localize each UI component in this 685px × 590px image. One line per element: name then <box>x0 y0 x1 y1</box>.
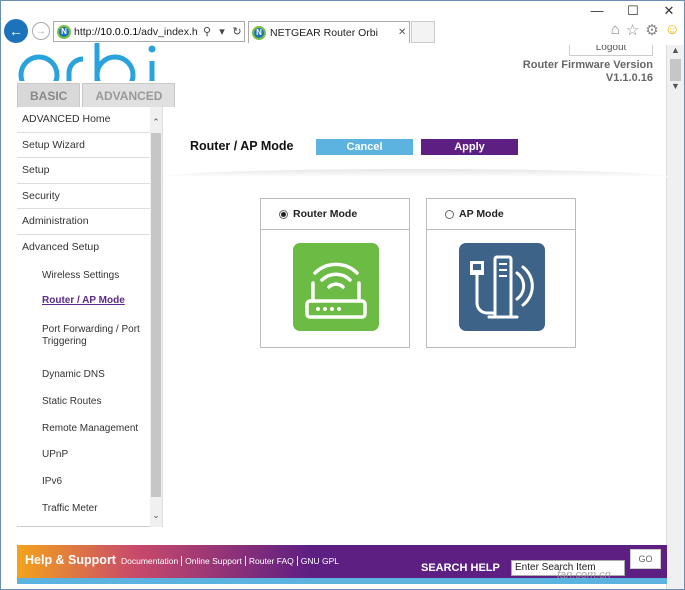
router-mode-card[interactable]: Router Mode <box>260 198 410 348</box>
firmware-version: Router Firmware Version V1.1.0.16 <box>523 59 653 85</box>
gear-icon[interactable]: ⚙ <box>645 21 658 39</box>
access-point-icon <box>459 243 545 331</box>
sidebar-item-administration[interactable]: Administration <box>17 209 151 235</box>
tab-title: NETGEAR Router Orbi <box>270 26 378 39</box>
cancel-button[interactable]: Cancel <box>316 139 413 155</box>
page-scrollbar[interactable]: ▲ ▼ <box>666 45 684 589</box>
nav-tabs: BASIC ADVANCED <box>17 83 176 107</box>
home-icon[interactable]: ⌂ <box>611 21 620 39</box>
favorites-star-icon[interactable]: ☆ <box>626 21 639 39</box>
sidebar-subitem-router-ap-mode[interactable]: Router / AP Mode <box>17 295 151 306</box>
netgear-favicon-icon: N <box>252 25 266 40</box>
scroll-thumb[interactable] <box>670 59 681 81</box>
refresh-icon[interactable]: ↻ <box>231 25 243 38</box>
footer-links: Documentation Online Support Router FAQ … <box>121 556 342 566</box>
link-documentation[interactable]: Documentation <box>121 556 181 566</box>
browser-tools: ⌂ ☆ ⚙ ☺ <box>611 21 680 39</box>
router-icon <box>293 243 379 331</box>
logout-button[interactable]: Logout <box>569 45 653 56</box>
tab-basic[interactable]: BASIC <box>17 83 81 107</box>
link-gnu-gpl[interactable]: GNU GPL <box>296 556 342 566</box>
ap-mode-option[interactable]: AP Mode <box>427 199 575 230</box>
link-online-support[interactable]: Online Support <box>181 556 245 566</box>
browser-window: — ☐ ✕ ← → N http://10.0.0.1/adv_index.ht… <box>0 0 685 590</box>
chevron-down-icon[interactable]: ▾ <box>216 25 228 38</box>
scroll-up-icon[interactable]: ▲ <box>667 45 684 59</box>
url-text[interactable]: http://10.0.0.1/adv_index.htm <box>74 26 198 38</box>
url-path: /adv_index.htm <box>138 25 198 38</box>
search-icon[interactable]: ⚲ <box>201 25 213 38</box>
feedback-smiley-icon[interactable]: ☺ <box>665 21 680 39</box>
page-title: Router / AP Mode <box>190 139 294 153</box>
search-help-label: SEARCH HELP <box>421 562 500 574</box>
sidebar-item-advanced-home[interactable]: ADVANCED Home <box>17 107 151 133</box>
url-prefix: http:// <box>74 25 101 38</box>
help-support-title: Help & Support <box>25 553 116 567</box>
sidebar-item-advanced-setup[interactable]: Advanced Setup <box>17 235 151 261</box>
firmware-label: Router Firmware Version <box>522 59 653 71</box>
router-header: Logout Router Firmware Version V1.1.0.16… <box>1 43 668 107</box>
sidebar-scroll-thumb[interactable] <box>151 133 161 497</box>
browser-tab[interactable]: N NETGEAR Router Orbi ✕ <box>248 21 410 43</box>
chevron-down-icon[interactable]: ⌄ <box>150 510 162 521</box>
ap-mode-label: AP Mode <box>459 208 504 220</box>
firmware-value: V1.1.0.16 <box>605 72 653 84</box>
arrow-right-icon: → <box>36 25 46 37</box>
scroll-down-icon[interactable]: ▼ <box>667 81 684 95</box>
new-tab-button[interactable] <box>411 21 435 43</box>
sidebar-subitem-upnp[interactable]: UPnP <box>17 449 151 460</box>
router-mode-label: Router Mode <box>293 208 358 220</box>
sidebar-scrollbar[interactable]: ⌃ ⌄ <box>150 107 162 527</box>
apply-button[interactable]: Apply <box>421 139 518 155</box>
sidebar-subitem-ipv6[interactable]: IPv6 <box>17 476 151 487</box>
sidebar-item-security[interactable]: Security <box>17 184 151 209</box>
go-button[interactable]: GO <box>630 549 661 569</box>
url-host: 10.0.0.1 <box>100 25 139 38</box>
sidebar-subitem-traffic-meter[interactable]: Traffic Meter <box>17 503 151 514</box>
header-divider <box>164 169 668 177</box>
forward-button[interactable]: → <box>32 22 50 40</box>
chevron-up-icon[interactable]: ⌃ <box>150 117 162 128</box>
arrow-left-icon: ← <box>9 23 23 39</box>
orbi-logo-graphic <box>18 43 156 81</box>
ap-mode-card[interactable]: AP Mode <box>426 198 576 348</box>
sidebar-item-setup[interactable]: Setup <box>17 158 151 184</box>
sidebar-subitem-remote-management[interactable]: Remote Management <box>17 423 151 434</box>
ap-mode-radio[interactable] <box>445 209 454 219</box>
sidebar-item-setup-wizard[interactable]: Setup Wizard <box>17 133 151 158</box>
router-mode-radio[interactable] <box>279 209 288 219</box>
tab-advanced[interactable]: ADVANCED <box>82 83 176 107</box>
netgear-favicon-icon: N <box>57 24 71 39</box>
watermark: fan.com.cn <box>557 569 611 581</box>
close-tab-icon[interactable]: ✕ <box>398 27 406 38</box>
router-icon-graphic <box>305 262 367 319</box>
sidebar-subitem-port-forwarding[interactable]: Port Forwarding / Port Triggering <box>17 324 141 348</box>
sidebar-subitem-static-routes[interactable]: Static Routes <box>17 396 151 407</box>
main-content: Router / AP Mode Cancel Apply Router Mod… <box>164 107 668 543</box>
access-point-icon-graphic <box>470 255 534 319</box>
sidebar-subitem-wireless-settings[interactable]: Wireless Settings <box>17 270 151 281</box>
router-mode-option[interactable]: Router Mode <box>261 199 409 230</box>
sidebar-subitem-dynamic-dns[interactable]: Dynamic DNS <box>17 369 151 380</box>
sidebar: ADVANCED Home Setup Wizard Setup Securit… <box>17 107 163 527</box>
orbi-logo <box>17 39 175 81</box>
link-router-faq[interactable]: Router FAQ <box>244 556 297 566</box>
